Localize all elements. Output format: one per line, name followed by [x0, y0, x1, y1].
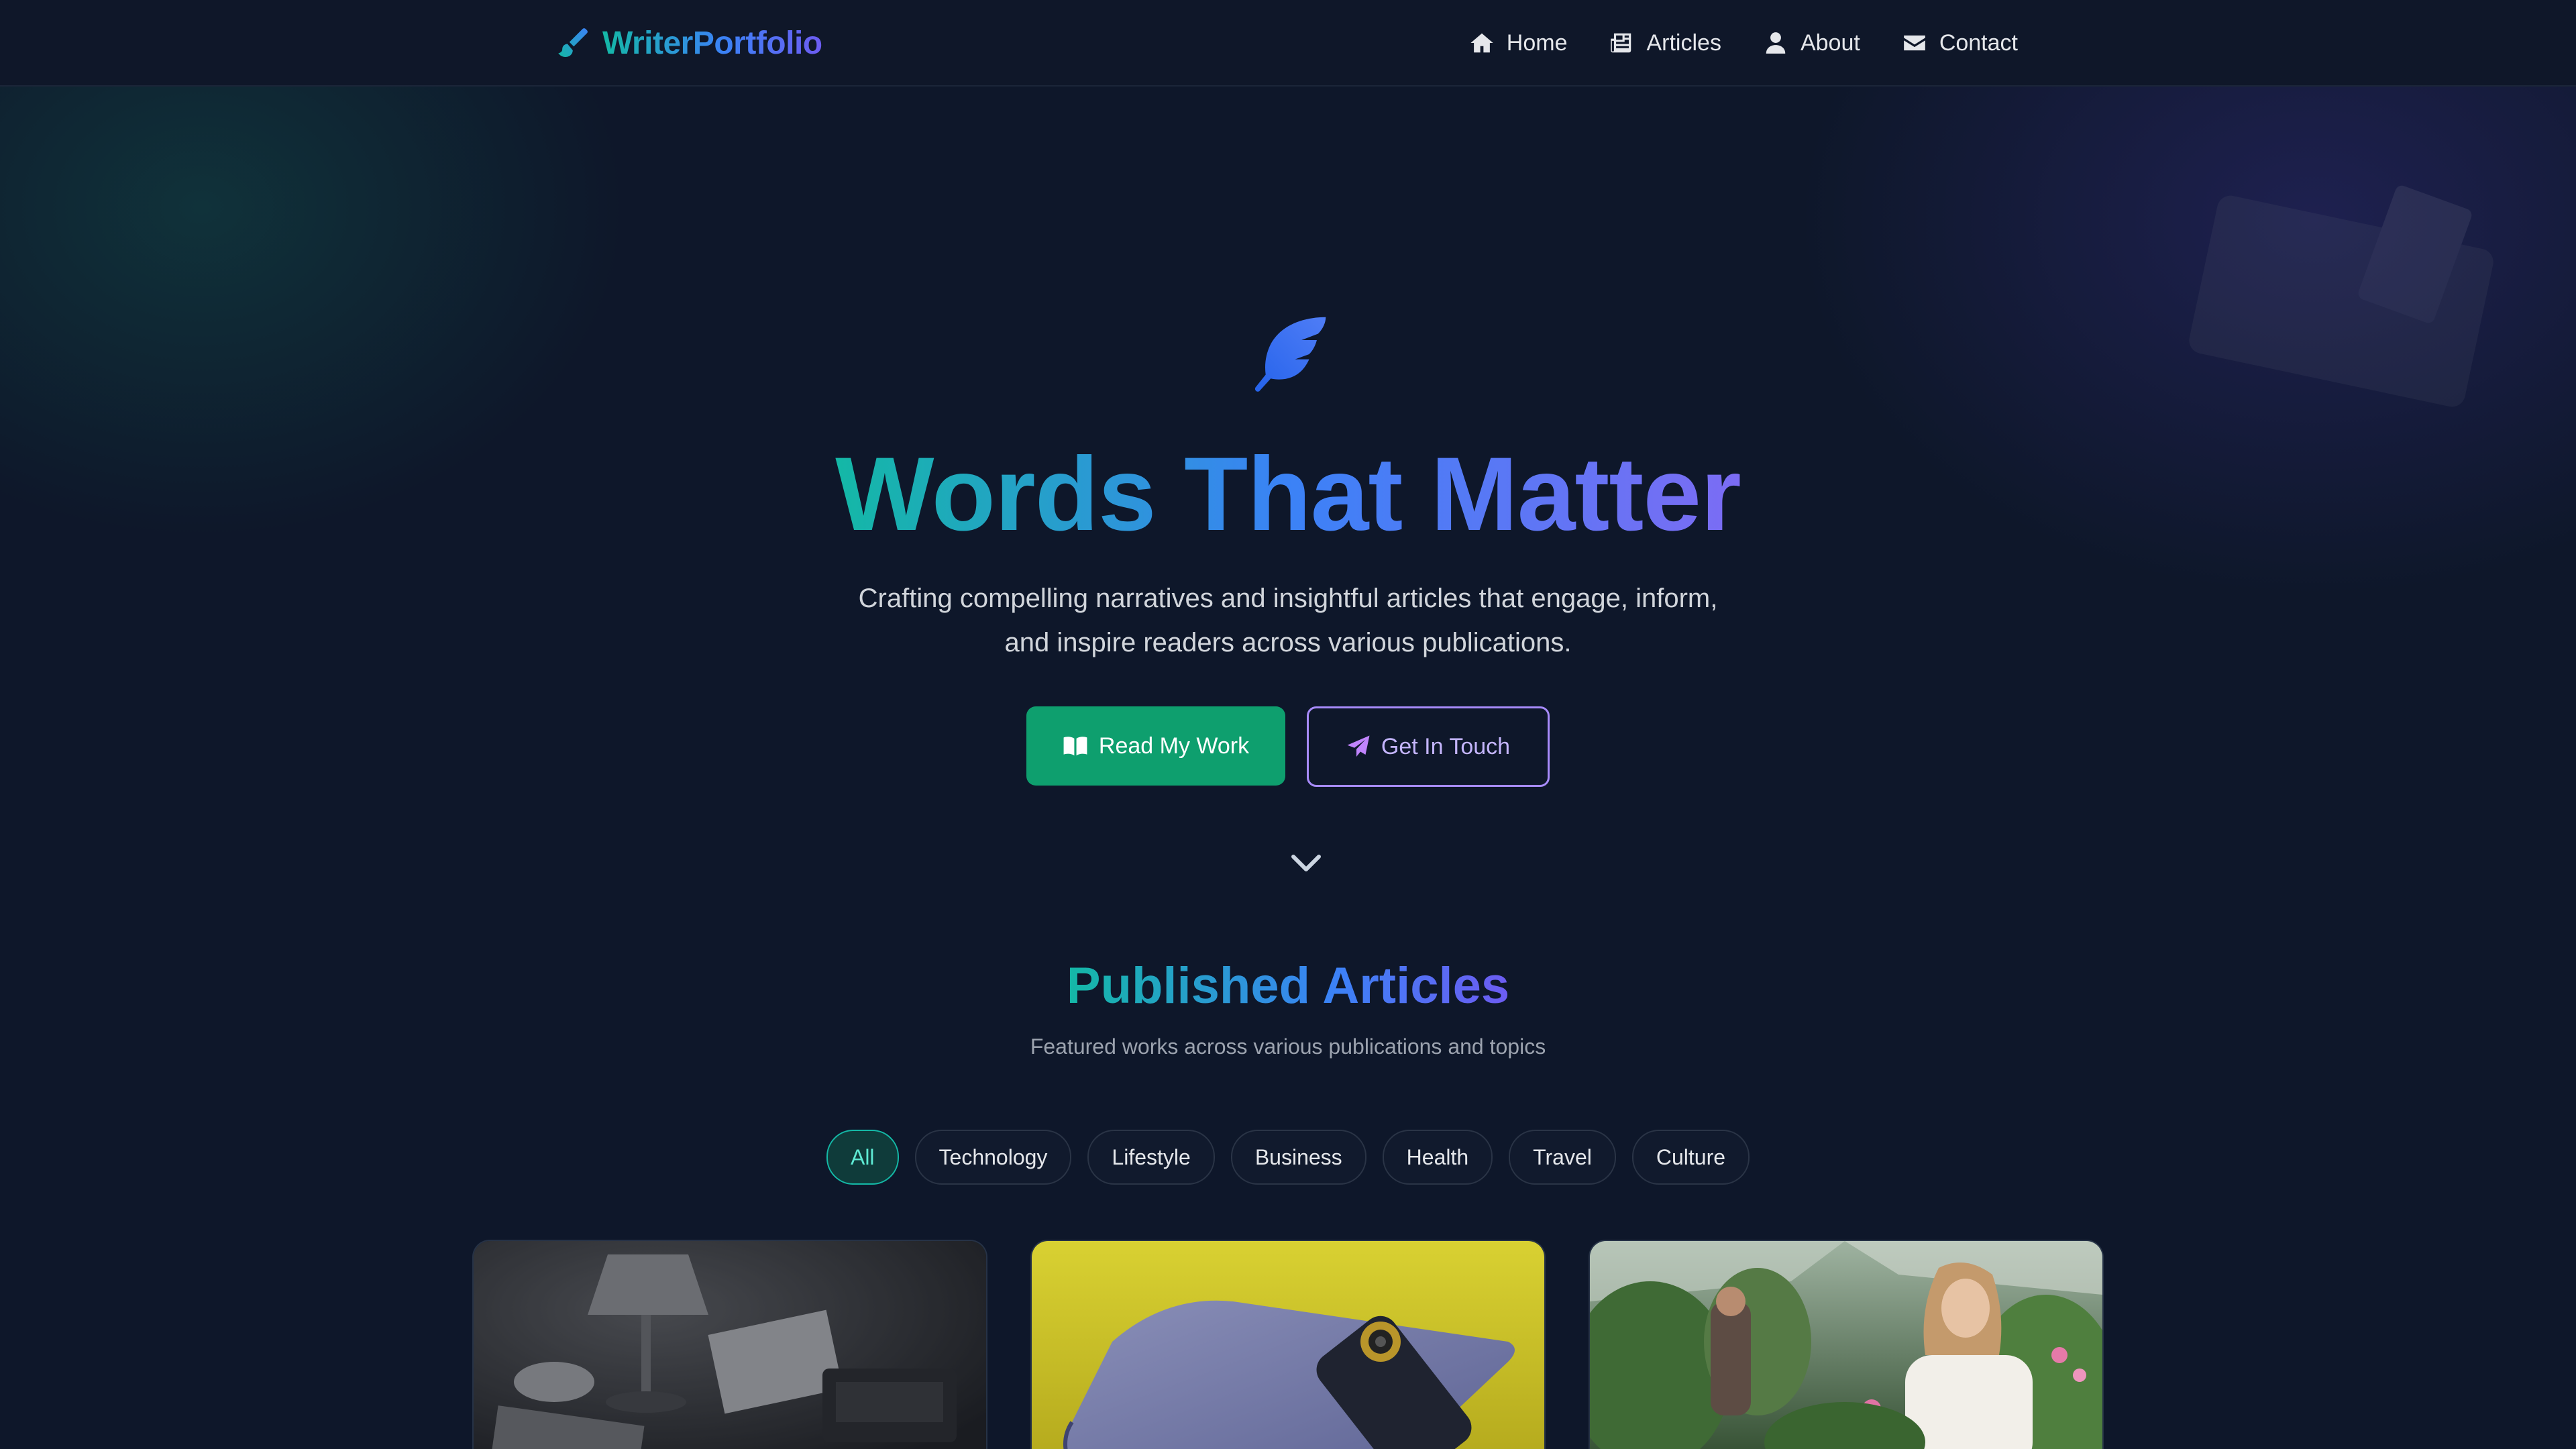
- article-image-typewriter: [474, 1241, 986, 1449]
- read-my-work-button[interactable]: Read My Work: [1026, 706, 1285, 786]
- category-filters: All Technology Lifestyle Business Health…: [0, 1130, 2576, 1185]
- filter-health[interactable]: Health: [1382, 1130, 1493, 1185]
- article-card[interactable]: [472, 1240, 987, 1449]
- article-card[interactable]: [1030, 1240, 1546, 1449]
- filter-all[interactable]: All: [826, 1130, 899, 1185]
- article-card[interactable]: [1589, 1240, 2104, 1449]
- nav-item-label: Articles: [1646, 30, 1721, 56]
- article-image-greenhouse: [1590, 1241, 2102, 1449]
- filter-travel[interactable]: Travel: [1509, 1130, 1616, 1185]
- nav-item-contact[interactable]: Contact: [1902, 30, 2018, 56]
- page: WriterPortfolio Home Articles About Cont…: [0, 0, 2576, 1449]
- nav-item-about[interactable]: About: [1763, 30, 1860, 56]
- brand-name: WriterPortfolio: [602, 25, 822, 61]
- hero-title: Words That Matter: [835, 436, 1741, 553]
- nav-item-label: About: [1800, 30, 1860, 56]
- filter-lifestyle[interactable]: Lifestyle: [1087, 1130, 1215, 1185]
- hero-subtitle: Crafting compelling narratives and insig…: [858, 584, 1718, 657]
- nav-item-home[interactable]: Home: [1469, 30, 1568, 56]
- envelope-icon: [1903, 35, 1925, 51]
- paper-plane-icon: [1347, 735, 1370, 757]
- paintbrush-icon: [558, 28, 588, 58]
- user-icon: [1766, 32, 1786, 54]
- chevron-down-icon[interactable]: [1289, 851, 1323, 874]
- nav-item-articles[interactable]: Articles: [1609, 30, 1721, 56]
- articles-section-title: Published Articles: [1066, 957, 1510, 1014]
- brand-logo[interactable]: WriterPortfolio: [555, 24, 822, 62]
- book-open-icon: [1063, 737, 1087, 756]
- feather-icon: [1254, 317, 1326, 392]
- top-navbar: WriterPortfolio Home Articles About Cont…: [0, 0, 2576, 87]
- filter-culture[interactable]: Culture: [1631, 1130, 1750, 1185]
- hero-section: Words That Matter Crafting compelling na…: [0, 87, 2576, 892]
- articles-section-subtitle: Featured works across various publicatio…: [1030, 1034, 1546, 1059]
- article-image-laptop: [1032, 1241, 1544, 1449]
- filter-business[interactable]: Business: [1230, 1130, 1366, 1185]
- get-in-touch-button[interactable]: Get In Touch: [1307, 706, 1550, 787]
- button-label: Read My Work: [1098, 733, 1250, 759]
- newspaper-icon: [1611, 33, 1631, 53]
- home-icon: [1470, 33, 1493, 53]
- nav-menu: Home Articles About Contact: [1469, 27, 2018, 59]
- button-label: Get In Touch: [1381, 733, 1511, 759]
- filter-technology[interactable]: Technology: [914, 1130, 1072, 1185]
- nav-item-label: Contact: [1939, 30, 2018, 56]
- background-decoration: [2189, 185, 2493, 407]
- nav-item-label: Home: [1506, 30, 1568, 56]
